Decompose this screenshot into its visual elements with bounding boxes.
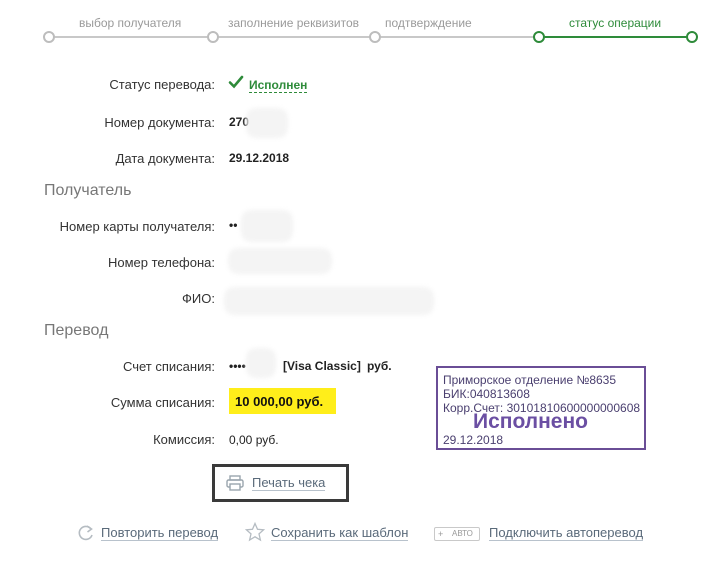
doc-number-label: Номер документа: [104,115,215,130]
repeat-transfer-link[interactable]: Повторить перевод [101,525,219,541]
redacted-fio [224,287,434,315]
printer-icon [226,475,244,496]
recipient-section-title: Получатель [44,182,132,199]
step-track-4 [539,36,691,38]
step-dot-1 [43,31,55,43]
step-dot-end [686,31,698,43]
step-dot-3 [369,31,381,43]
auto-badge-icon[interactable]: + АВТО [434,527,480,541]
doc-date-label: Дата документа: [115,151,215,166]
status-value[interactable]: Исполнен [249,78,308,93]
stamp-branch: Приморское отделение №8635 [443,373,617,387]
card-number-value: •• [229,218,238,232]
step-track-2 [213,36,375,38]
card-number-label: Номер карты получателя: [59,219,215,234]
step-dot-4 [533,31,545,43]
redacted-doc-number [246,108,288,138]
step-label-1: выбор получателя [79,16,182,30]
stamp-bik: БИК:040813608 [443,387,530,401]
save-template-link[interactable]: Сохранить как шаблон [271,525,409,541]
step-label-4: статус операции [569,16,662,30]
redacted-phone [228,248,332,274]
account-currency: руб. [367,359,392,373]
status-label: Статус перевода: [109,77,215,92]
account-type: [Visa Classic] [283,359,361,373]
stamp-date: 29.12.2018 [443,433,504,447]
fee-label: Комиссия: [153,432,215,447]
refresh-icon[interactable] [77,523,95,548]
fio-label: ФИО: [182,291,215,306]
amount-value: 10 000,00 руб. [235,394,324,409]
account-label: Счет списания: [122,359,215,374]
star-icon[interactable] [244,521,266,547]
step-label-2: заполнение реквизитов [228,16,360,30]
transfer-section-title: Перевод [44,322,109,339]
redacted-account [246,348,276,378]
check-icon [228,74,244,95]
doc-date-value: 29.12.2018 [229,151,290,165]
fee-value: 0,00 руб. [229,433,279,447]
auto-badge-text: АВТО [452,529,473,538]
step-track-3 [375,36,539,38]
step-track-1 [48,36,213,38]
account-prefix: •••• [229,359,246,373]
stamp-title: Исполнено [473,410,588,433]
amount-label: Сумма списания: [110,395,215,410]
auto-badge-plus: + [438,529,444,539]
enable-autotransfer-link[interactable]: Подключить автоперевод [489,525,644,541]
phone-label: Номер телефона: [108,255,215,270]
step-label-3: подтверждение [385,16,472,30]
step-dot-2 [207,31,219,43]
print-receipt-label[interactable]: Печать чека [252,475,326,491]
redacted-card-number [241,210,293,242]
